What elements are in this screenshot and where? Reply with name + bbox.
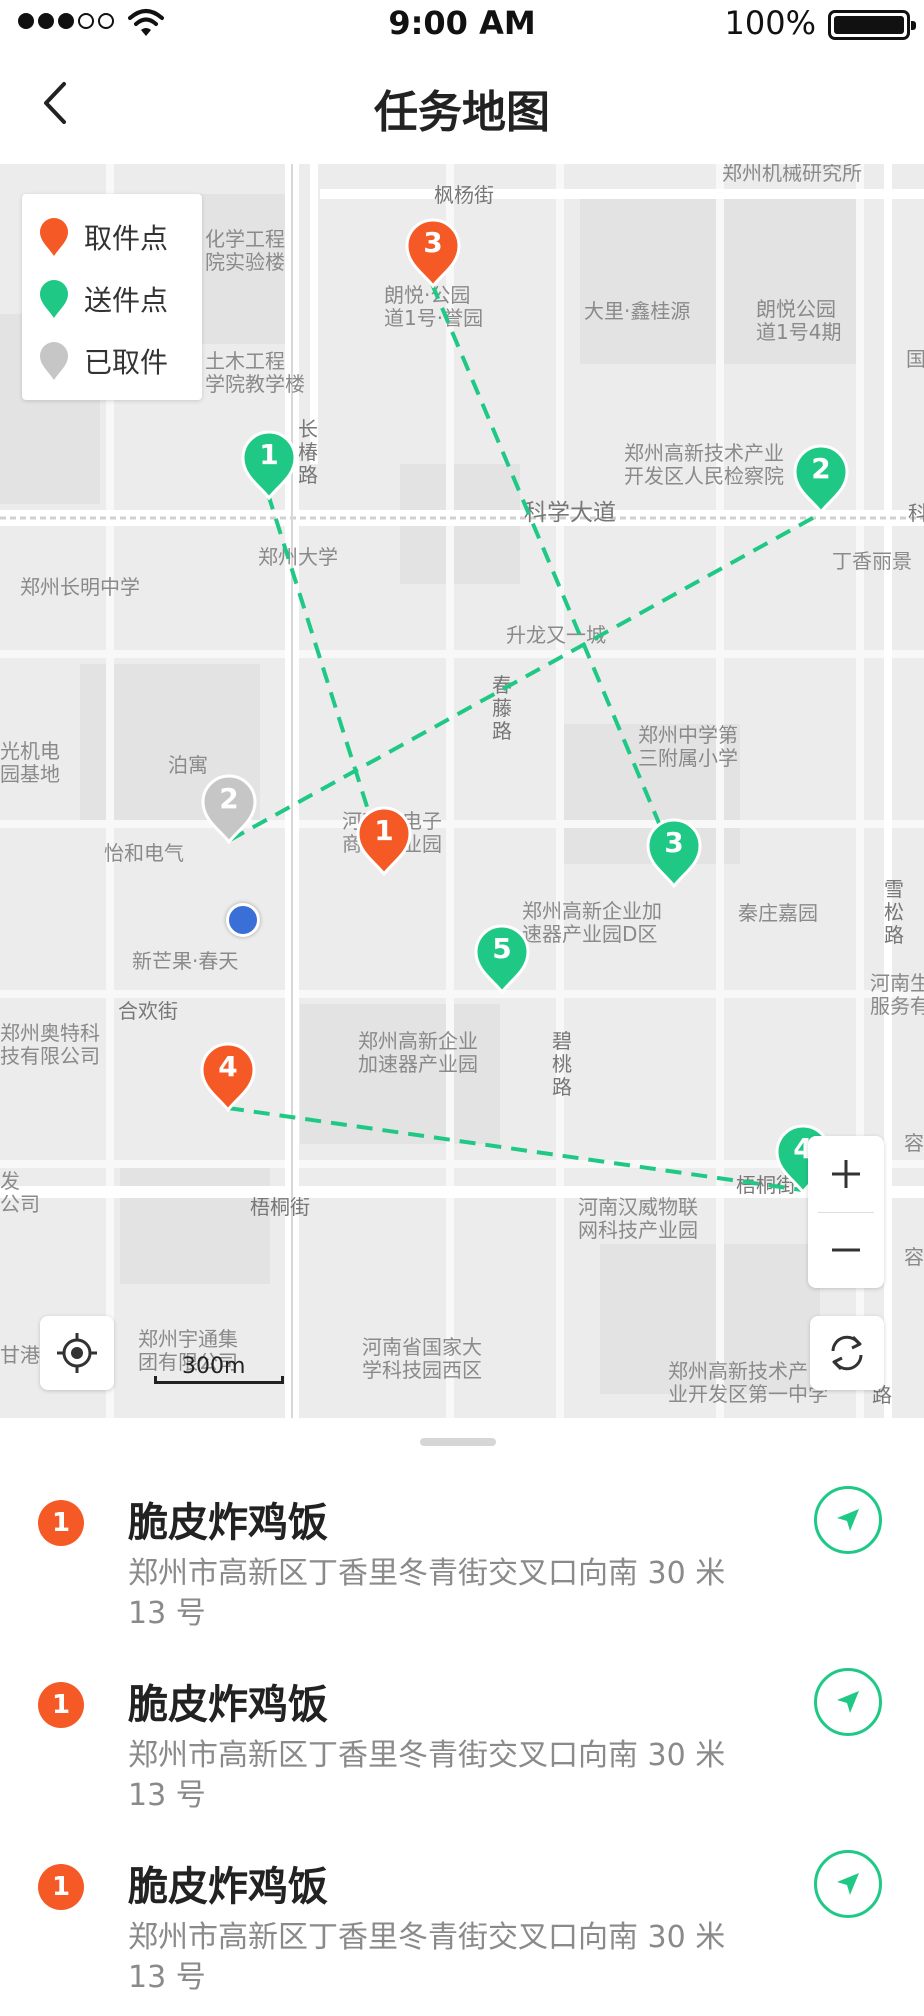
marker-number: 3 [423,226,443,259]
pickup-marker[interactable]: 4 [199,1042,257,1113]
status-bar: 9:00 AM 100% [0,0,924,46]
pickup-marker-icon [40,218,68,256]
legend-label: 已取件 [84,346,169,379]
minus-icon [832,1248,860,1252]
map-scale: 300m [154,1354,284,1384]
task-name: 脆皮炸鸡饭 [128,1682,328,1728]
pickup-marker[interactable]: 1 [355,806,413,877]
battery-percent: 100% [724,4,816,42]
refresh-button[interactable] [810,1316,884,1390]
navigate-arrow-icon [837,1509,859,1531]
legend-item-pickup: 取件点 [38,214,168,260]
locate-button[interactable] [40,1316,114,1390]
plus-icon [832,1160,860,1188]
refresh-icon [831,1335,863,1371]
navigate-button[interactable] [814,1668,882,1736]
navigate-arrow-icon [837,1873,859,1895]
picked-marker-icon [40,342,68,380]
battery-icon [828,10,916,40]
sheet-handle[interactable] [420,1438,496,1446]
task-badge: 1 [38,1500,84,1546]
delivery-marker[interactable]: 3 [645,818,703,889]
legend-item-picked: 已取件 [38,338,168,384]
zoom-out-button[interactable] [808,1212,884,1288]
route-line [227,1106,803,1192]
delivery-marker[interactable]: 5 [473,924,531,995]
task-badge: 1 [38,1682,84,1728]
task-map[interactable]: 郑州机械研究所 枫杨街 化学工程 院实验楼 朗悦·公园 道1号·誉园 大里·鑫桂… [0,164,924,1418]
task-item[interactable]: 1 脆皮炸鸡饭 郑州市高新区丁香里冬青街交叉口向南 30 米 13 号 [0,1836,924,2016]
zoom-in-button[interactable] [808,1136,884,1212]
task-name: 脆皮炸鸡饭 [128,1864,328,1910]
route-line [430,283,674,855]
current-location-dot [226,903,260,937]
task-address: 郑州市高新区丁香里冬青街交叉口向南 30 米 13 号 [128,1920,726,1995]
navigate-button[interactable] [814,1850,882,1918]
delivery-marker[interactable]: 2 [792,444,850,515]
page-title: 任务地图 [374,87,550,138]
task-address: 郑州市高新区丁香里冬青街交叉口向南 30 米 13 号 [128,1556,726,1631]
marker-number: 3 [664,826,684,859]
marker-number: 2 [219,782,239,815]
marker-number: 1 [259,438,279,471]
zoom-control [808,1136,884,1288]
task-item[interactable]: 1 脆皮炸鸡饭 郑州市高新区丁香里冬青街交叉口向南 30 米 13 号 [0,1472,924,1652]
pickup-marker[interactable]: 3 [404,218,462,289]
marker-number: 5 [492,932,512,965]
nav-bar: 任务地图 [0,46,924,164]
legend-label: 送件点 [84,284,169,317]
delivery-marker-icon [40,280,68,318]
marker-number: 1 [374,814,394,847]
task-name: 脆皮炸鸡饭 [128,1500,328,1546]
route-line [266,493,384,855]
task-item[interactable]: 1 脆皮炸鸡饭 郑州市高新区丁香里冬青街交叉口向南 30 米 13 号 [0,1654,924,1834]
navigate-arrow-icon [837,1691,859,1713]
legend-item-delivery: 送件点 [38,276,168,322]
marker-number: 2 [811,452,831,485]
navigate-button[interactable] [814,1486,882,1554]
legend-label: 取件点 [84,222,169,255]
route-line [229,512,821,842]
map-legend: 取件点 送件点 已取件 [22,194,202,400]
task-address: 郑州市高新区丁香里冬青街交叉口向南 30 米 13 号 [128,1738,726,1813]
marker-number: 4 [218,1050,238,1083]
delivery-marker[interactable]: 1 [240,430,298,501]
task-badge: 1 [38,1864,84,1910]
locate-icon [57,1333,97,1373]
picked-marker[interactable]: 2 [200,774,258,845]
